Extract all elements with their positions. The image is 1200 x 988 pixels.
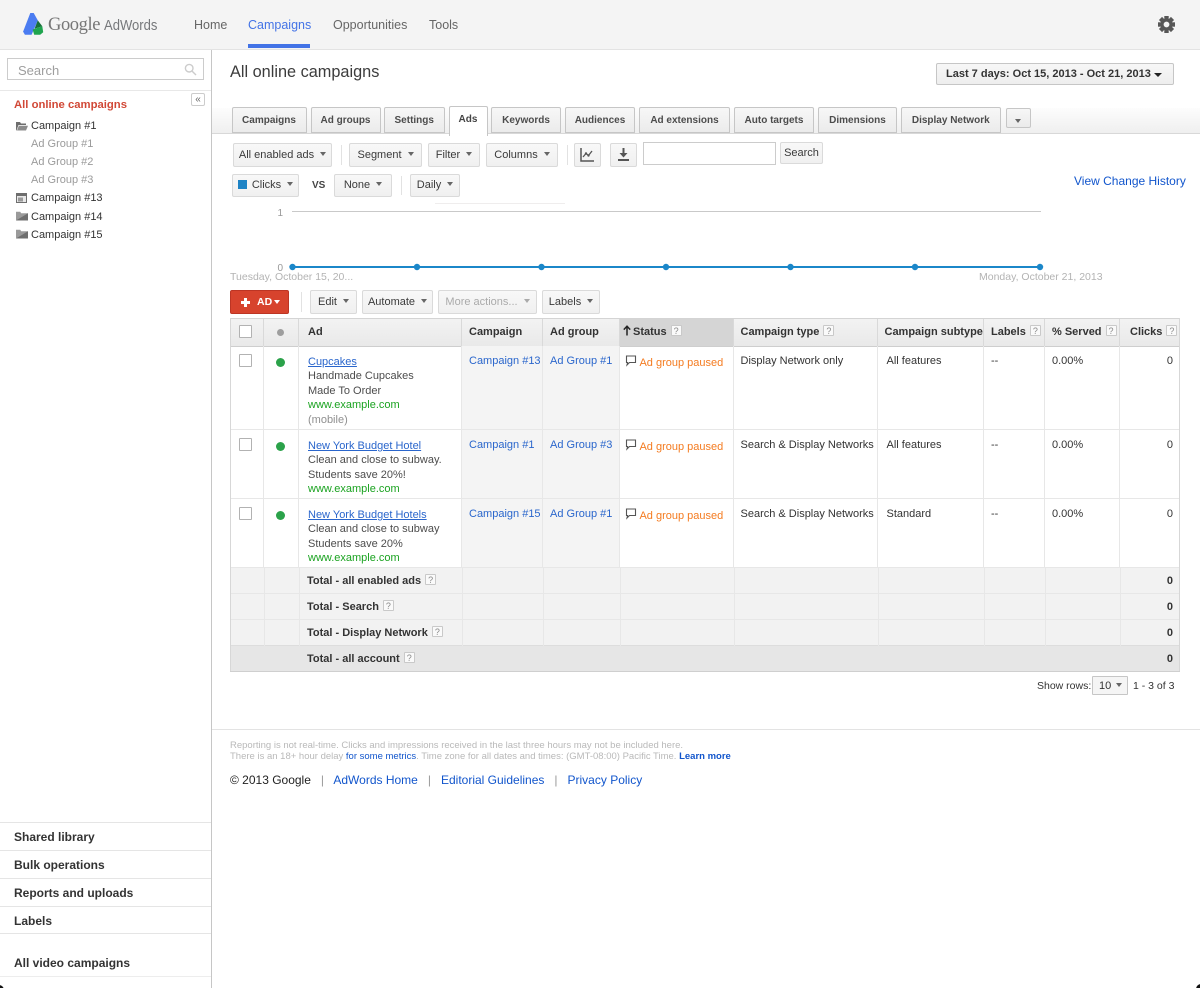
svg-text:1: 1 — [277, 208, 283, 219]
